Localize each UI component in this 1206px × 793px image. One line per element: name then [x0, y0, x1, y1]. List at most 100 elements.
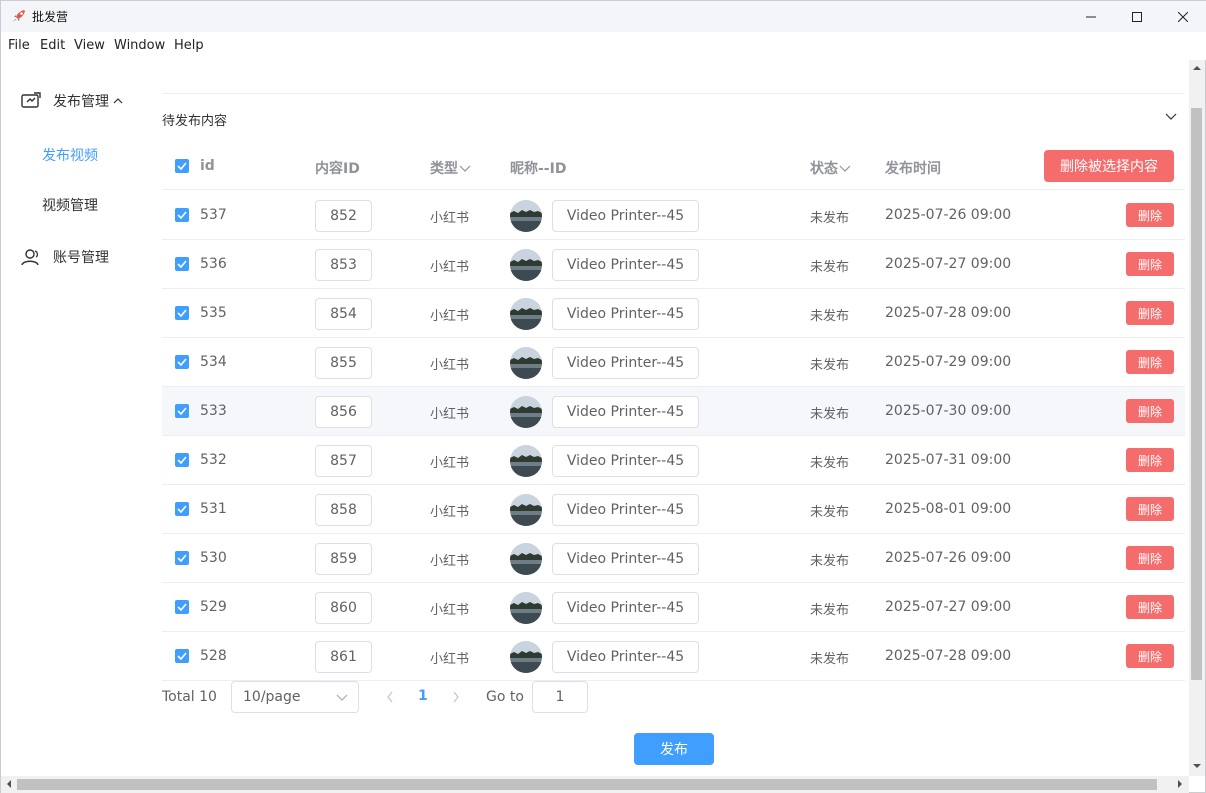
cell-status: 未发布: [810, 603, 850, 618]
cell-id: 530: [200, 550, 227, 566]
close-icon: [1178, 11, 1188, 22]
content-id-input[interactable]: 852: [315, 200, 372, 232]
check-icon: [177, 358, 187, 366]
menu-help[interactable]: Help: [174, 38, 204, 53]
menu-bar: File Edit View Window Help: [1, 32, 1206, 60]
scroll-right-icon[interactable]: [1174, 776, 1186, 792]
page-size-value: 10/page: [243, 689, 301, 705]
nickname-input[interactable]: Video Printer--45: [552, 298, 699, 330]
delete-button[interactable]: 删除: [1126, 595, 1174, 619]
page-number-current[interactable]: 1: [418, 688, 428, 704]
delete-button[interactable]: 删除: [1126, 644, 1174, 668]
nickname-input[interactable]: Video Printer--45: [552, 249, 699, 281]
menu-view[interactable]: View: [74, 38, 105, 53]
vertical-scroll-thumb[interactable]: [1191, 108, 1202, 680]
nickname-input[interactable]: Video Printer--45: [552, 200, 699, 232]
goto-page-input[interactable]: 1: [532, 681, 588, 713]
horizontal-scroll-thumb[interactable]: [17, 779, 1157, 790]
cell-status: 未发布: [810, 260, 850, 275]
cell-status: 未发布: [810, 358, 850, 373]
cell-type: 小红书: [430, 260, 470, 275]
horizontal-scrollbar[interactable]: [1, 776, 1189, 793]
row-checkbox[interactable]: [175, 355, 189, 369]
sidebar-item-publish-video[interactable]: 发布视频: [42, 145, 98, 165]
delete-button[interactable]: 删除: [1126, 203, 1174, 227]
nickname-input[interactable]: Video Printer--45: [552, 396, 699, 428]
cell-id: 532: [200, 452, 227, 468]
avatar: [510, 641, 542, 673]
next-page-icon[interactable]: [452, 691, 460, 703]
close-button[interactable]: [1160, 1, 1206, 32]
scroll-left-icon[interactable]: [3, 776, 15, 792]
sidebar-group-account[interactable]: 账号管理: [21, 247, 109, 267]
sidebar-item-video-manage[interactable]: 视频管理: [42, 195, 98, 215]
maximize-button[interactable]: [1114, 1, 1160, 32]
sidebar-group-publish[interactable]: 发布管理: [21, 91, 123, 111]
header-type[interactable]: 类型: [430, 158, 471, 178]
menu-edit[interactable]: Edit: [40, 38, 65, 53]
cell-id: 536: [200, 256, 227, 272]
content-id-input[interactable]: 861: [315, 641, 372, 673]
page-size-select[interactable]: 10/page: [231, 681, 359, 713]
vertical-scrollbar[interactable]: [1189, 60, 1205, 776]
table-row: 536 853 小红书 Video Printer--45 未发布 2025-07-27 …: [162, 240, 1185, 289]
avatar: [510, 494, 542, 526]
content-id-input[interactable]: 854: [315, 298, 372, 330]
chevron-down-icon: [459, 165, 471, 172]
select-all-checkbox[interactable]: [175, 159, 189, 173]
avatar: [510, 249, 542, 281]
cell-publish-time: 2025-07-26 09:00: [885, 550, 1012, 566]
nickname-input[interactable]: Video Printer--45: [552, 445, 699, 477]
menu-window[interactable]: Window: [114, 38, 165, 53]
header-status[interactable]: 状态: [810, 158, 851, 178]
delete-button[interactable]: 删除: [1126, 546, 1174, 570]
nickname-input[interactable]: Video Printer--45: [552, 592, 699, 624]
delete-button[interactable]: 删除: [1126, 301, 1174, 325]
row-checkbox[interactable]: [175, 306, 189, 320]
content-id-input[interactable]: 859: [315, 543, 372, 575]
delete-button[interactable]: 删除: [1126, 252, 1174, 276]
header-nickname: 昵称--ID: [510, 161, 567, 177]
nickname-input[interactable]: Video Printer--45: [552, 347, 699, 379]
content-id-input[interactable]: 858: [315, 494, 372, 526]
row-checkbox[interactable]: [175, 551, 189, 565]
row-checkbox[interactable]: [175, 649, 189, 663]
nickname-input[interactable]: Video Printer--45: [552, 494, 699, 526]
content-id-input[interactable]: 857: [315, 445, 372, 477]
table-row: 537 852 小红书 Video Printer--45 未发布 2025-07-26 …: [162, 191, 1185, 240]
header-id: id: [200, 158, 215, 174]
prev-page-icon[interactable]: [386, 691, 394, 703]
delete-button[interactable]: 删除: [1126, 350, 1174, 374]
scroll-down-icon[interactable]: [1189, 760, 1205, 772]
section-title: 待发布内容: [162, 114, 228, 129]
publish-button[interactable]: 发布: [634, 733, 714, 765]
row-checkbox[interactable]: [175, 502, 189, 516]
delete-button[interactable]: 删除: [1126, 399, 1174, 423]
nickname-input[interactable]: Video Printer--45: [552, 641, 699, 673]
content-id-input[interactable]: 860: [315, 592, 372, 624]
nickname-input[interactable]: Video Printer--45: [552, 543, 699, 575]
chevron-down-icon[interactable]: [1165, 112, 1177, 122]
app-window: 批发营 File Edit View Window Help 发布管理 发布视频: [0, 0, 1206, 793]
row-checkbox[interactable]: [175, 257, 189, 271]
delete-selected-button[interactable]: 删除被选择内容: [1044, 150, 1174, 182]
delete-button[interactable]: 删除: [1126, 497, 1174, 521]
cell-type: 小红书: [430, 652, 470, 667]
cell-type: 小红书: [430, 603, 470, 618]
check-icon: [177, 260, 187, 268]
menu-file[interactable]: File: [8, 38, 30, 53]
row-checkbox[interactable]: [175, 453, 189, 467]
minimize-button[interactable]: [1068, 1, 1114, 32]
cell-type: 小红书: [430, 456, 470, 471]
row-checkbox[interactable]: [175, 208, 189, 222]
check-icon: [177, 309, 187, 317]
content-id-input[interactable]: 856: [315, 396, 372, 428]
row-checkbox[interactable]: [175, 600, 189, 614]
row-checkbox[interactable]: [175, 404, 189, 418]
scroll-up-icon[interactable]: [1189, 62, 1205, 74]
content-id-input[interactable]: 855: [315, 347, 372, 379]
table-row: 528 861 小红书 Video Printer--45 未发布 2025-07-28 …: [162, 632, 1185, 681]
content-id-input[interactable]: 853: [315, 249, 372, 281]
header-type-label: 类型: [430, 161, 458, 177]
delete-button[interactable]: 删除: [1126, 448, 1174, 472]
